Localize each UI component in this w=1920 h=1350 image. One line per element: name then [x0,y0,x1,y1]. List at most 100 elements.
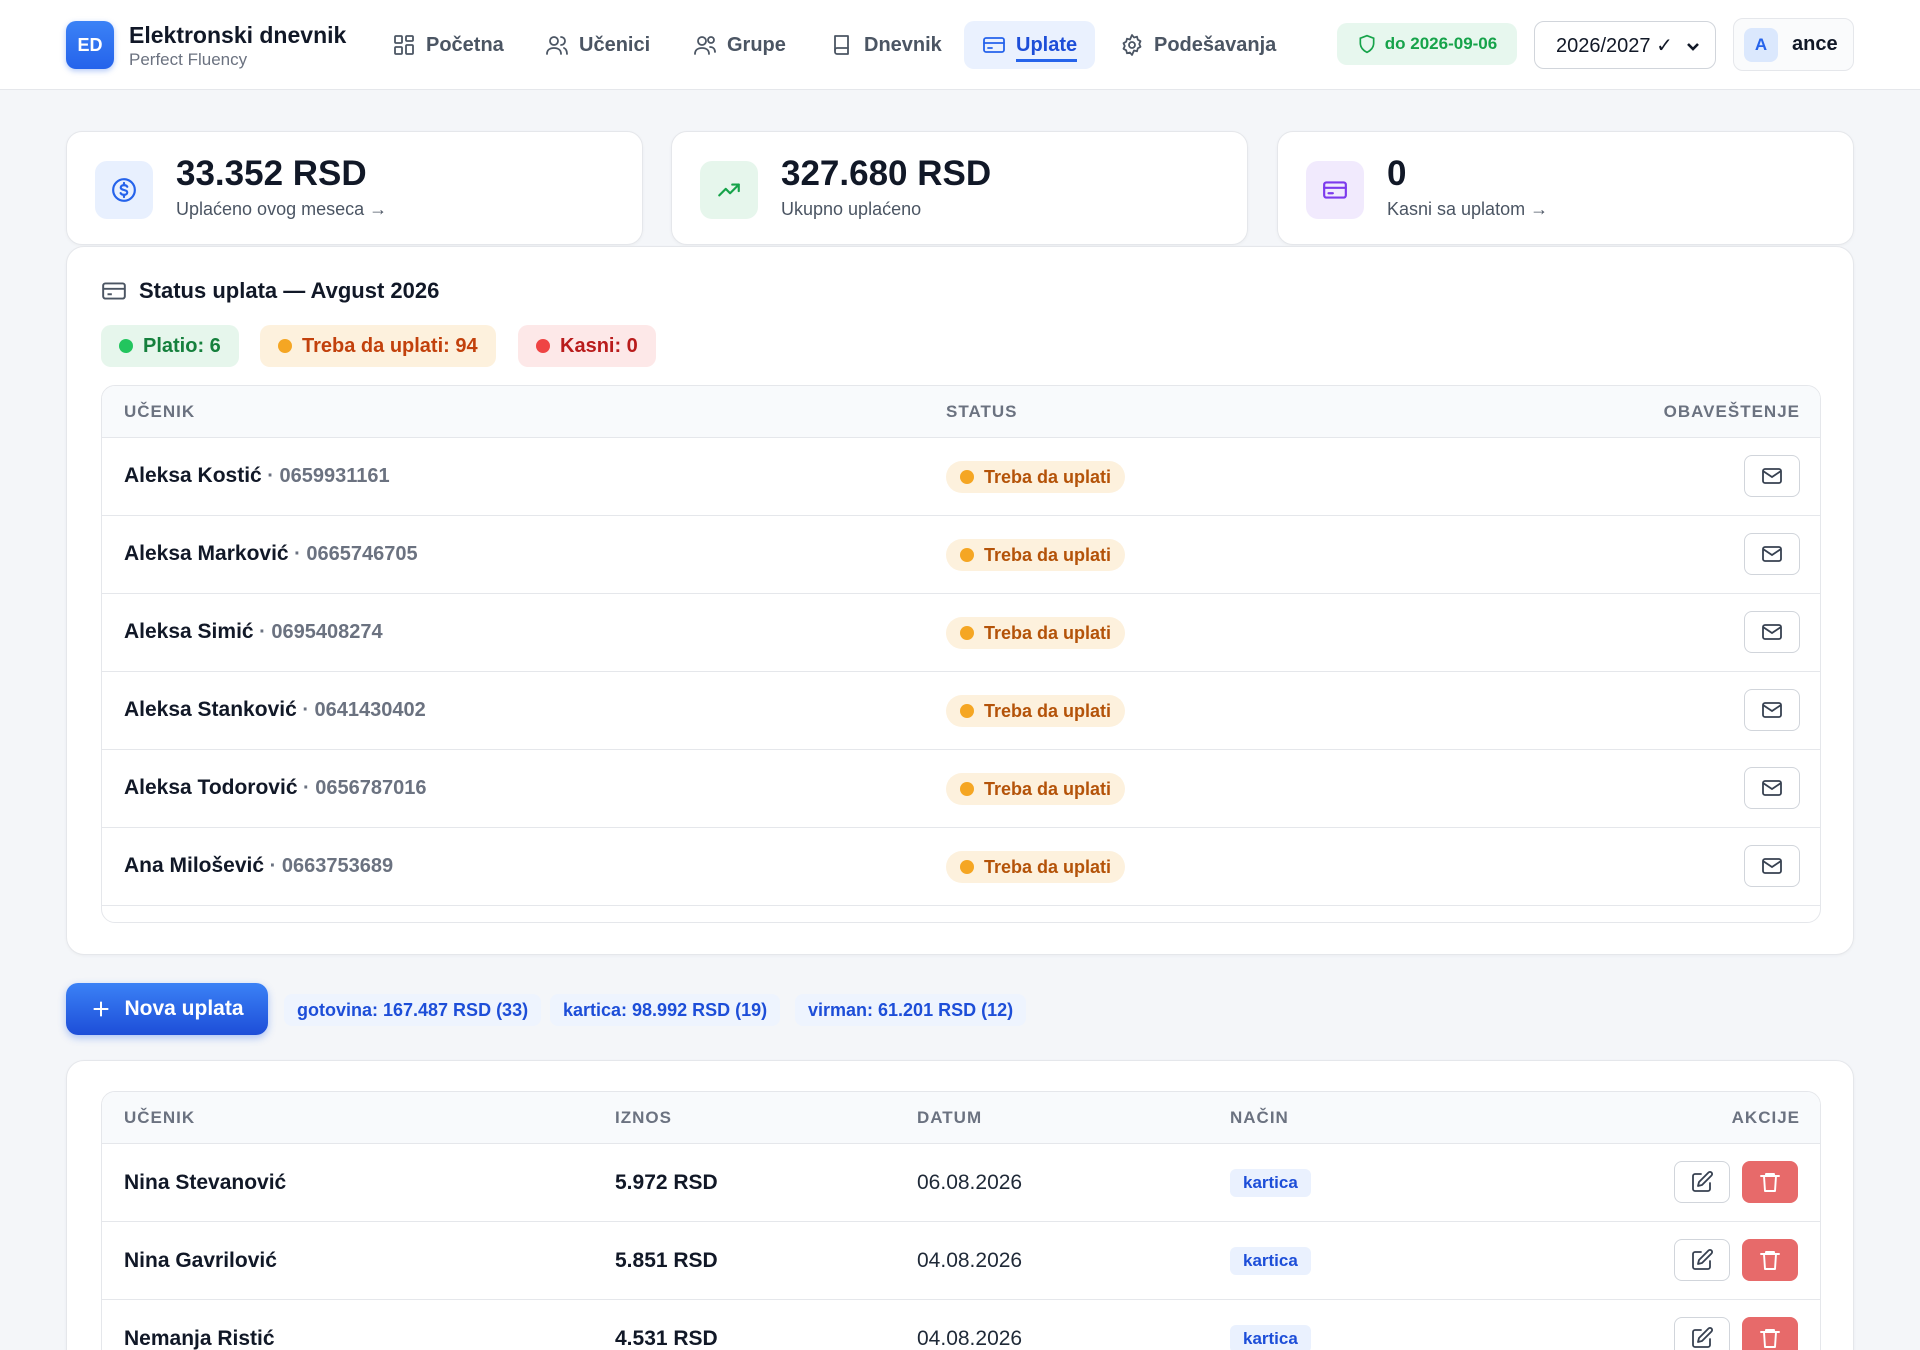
status-dot [960,548,974,562]
dollar-icon [112,178,136,202]
credit-card-icon [1323,181,1347,199]
student-name: Aleksa Kostić [124,464,262,487]
stat-card-month[interactable]: 33.352 RSD Uplaćeno ovog meseca → [66,131,643,245]
stat-label: Kasni sa uplatom → [1387,199,1549,219]
summary-transfer: virman: 61.201 RSD (12) [795,994,1027,1026]
status-text: Treba da uplati [984,856,1112,877]
payment-method-badge: kartica [1230,1325,1311,1350]
stat-icon-box [95,161,153,219]
edit-icon [1692,1327,1713,1348]
status-dot [960,782,974,796]
new-payment-label: Nova uplata [124,997,244,1020]
edit-icon [1692,1171,1713,1192]
nav-dnevnik[interactable]: Dnevnik [812,21,960,69]
status-badge: Treba da uplati [946,617,1126,649]
col-notice: OBAVEŠTENJE [1663,402,1800,421]
status-dot [278,339,292,353]
send-notice-button[interactable] [1744,689,1800,731]
pending-filter-pill[interactable]: Treba da uplati: 94 [260,325,496,367]
student-cell: Aleksa Simić · 0695408274 [124,620,383,644]
user-menu[interactable]: A ance [1733,18,1854,71]
school-year-select[interactable]: 2026/2027 ✓ [1534,21,1716,69]
student-phone: · 0659931161 [261,465,390,487]
grid-icon [394,35,414,55]
student-name: Ana Milošević [124,854,265,877]
pill-label: Treba da uplati: 94 [302,334,478,357]
summary-card: kartica: 98.992 RSD (19) [550,994,781,1026]
table-header: UČENIK IZNOS DATUM NAČIN AKCIJE [102,1092,1820,1144]
send-notice-button[interactable] [1744,767,1800,809]
send-notice-button[interactable] [1744,845,1800,887]
student-phone: · 0665746705 [288,543,418,565]
col-actions: AKCIJE [1731,1108,1800,1127]
trend-up-icon [718,183,740,197]
status-dot [960,626,974,640]
status-text: Treba da uplati [984,778,1112,799]
table-row: Aleksa Todorović · 0656787016 Treba da u… [102,750,1820,828]
student-cell: Ana Milošević · 0663753689 [124,854,393,878]
student-cell: Aleksa Stanković · 0641430402 [124,698,426,722]
student-name: Aleksa Stanković [124,698,297,721]
pill-label: Platio: 6 [143,334,221,357]
paid-filter-pill[interactable]: Platio: 6 [101,325,239,367]
payment-method-badge: kartica [1230,1169,1311,1197]
nav-label: Dnevnik [864,33,942,56]
payment-amount: 5.851 RSD [615,1249,718,1272]
status-dot [119,339,133,353]
app-subtitle: Perfect Fluency [129,50,248,69]
student-phone: · 0695408274 [253,621,383,643]
send-notice-button[interactable] [1744,455,1800,497]
send-notice-button[interactable] [1744,611,1800,653]
delete-payment-button[interactable] [1742,1161,1798,1203]
student-phone: · 0656787016 [297,777,427,799]
avatar: A [1744,27,1778,62]
payment-student: Nina Stevanović [124,1171,287,1194]
nav-podesavanja[interactable]: Podešavanja [1102,21,1294,69]
nav-uplate[interactable]: Uplate [964,21,1096,69]
col-student: UČENIK [124,402,196,421]
nav-ucenici[interactable]: Učenici [527,21,668,69]
status-text: Treba da uplati [984,466,1112,487]
mail-icon [1762,624,1782,640]
school-year-value: 2026/2027 ✓ [1556,34,1673,57]
student-phone: · 0663753689 [264,855,394,877]
gear-icon [1122,34,1142,56]
app-logo[interactable]: ED [66,21,114,69]
edit-payment-button[interactable] [1674,1317,1730,1350]
student-cell: Aleksa Todorović · 0656787016 [124,776,427,800]
status-text: Treba da uplati [984,622,1112,643]
license-badge: do 2026-09-06 [1337,23,1517,65]
edit-payment-button[interactable] [1674,1239,1730,1281]
table-row: Aleksa Kostić · 0659931161 Treba da upla… [102,438,1820,516]
payment-student: Nemanja Ristić [124,1327,275,1350]
col-date: DATUM [917,1108,983,1127]
student-name: Aleksa Simić [124,620,254,643]
nav-grupe[interactable]: Grupe [675,21,804,69]
panel-title: Status uplata — Avgust 2026 [101,278,439,304]
nav-pocetna[interactable]: Početna [374,21,522,69]
nav-label: Uplate [1016,34,1078,62]
payments-table: UČENIK IZNOS DATUM NAČIN AKCIJE Nina Ste… [101,1091,1821,1350]
table-row: Ana Milošević · 0663753689 Treba da upla… [102,828,1820,906]
card-icon [983,37,1005,53]
status-badge: Treba da uplati [946,773,1126,805]
status-dot [960,860,974,874]
col-student: UČENIK [124,1108,196,1127]
trash-icon [1760,1329,1780,1348]
plus-icon [94,1001,109,1017]
delete-payment-button[interactable] [1742,1317,1798,1350]
mail-icon [1762,546,1782,562]
status-dot [960,470,974,484]
late-filter-pill[interactable]: Kasni: 0 [518,325,656,367]
table-row: Nina Gavrilović 5.851 RSD 04.08.2026 kar… [102,1222,1820,1300]
edit-payment-button[interactable] [1674,1161,1730,1203]
delete-payment-button[interactable] [1742,1239,1798,1281]
license-text: do 2026-09-06 [1384,34,1498,53]
stat-card-late[interactable]: 0 Kasni sa uplatom → [1277,131,1854,245]
new-payment-button[interactable]: Nova uplata [66,983,268,1035]
card-icon [102,282,126,300]
table-row: Nina Stevanović 5.972 RSD 06.08.2026 kar… [102,1144,1820,1222]
send-notice-button[interactable] [1744,533,1800,575]
table-row: Aleksa Marković · 0665746705 Treba da up… [102,516,1820,594]
group-icon [694,36,716,55]
